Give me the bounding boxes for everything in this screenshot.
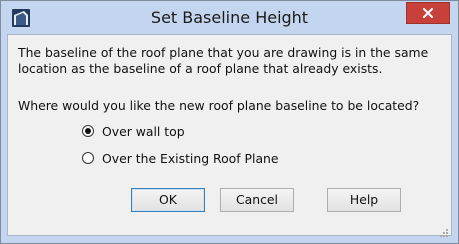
message-line-2: location as the baseline of a roof plane… xyxy=(18,61,383,76)
option-over-existing-roof-plane[interactable]: Over the Existing Roof Plane xyxy=(82,149,279,167)
title-bar[interactable]: Set Baseline Height xyxy=(1,1,458,34)
close-button[interactable] xyxy=(406,2,450,24)
option-label: Over the Existing Roof Plane xyxy=(102,150,279,166)
option-over-wall-top[interactable]: Over wall top xyxy=(82,122,185,140)
dialog-window: Set Baseline Height The baseline of the … xyxy=(0,0,459,244)
dialog-body: The baseline of the roof plane that you … xyxy=(7,34,452,237)
radio-button-unchecked[interactable] xyxy=(82,152,94,164)
resize-grip-icon[interactable] xyxy=(439,223,449,237)
dialog-title: Set Baseline Height xyxy=(150,8,309,27)
message-text: The baseline of the roof plane that you … xyxy=(18,45,448,77)
close-icon xyxy=(423,8,433,18)
option-label: Over wall top xyxy=(102,123,185,139)
question-text: Where would you like the new roof plane … xyxy=(18,98,420,113)
radio-button-checked[interactable] xyxy=(82,125,94,137)
help-button[interactable]: Help xyxy=(327,188,401,212)
cancel-button[interactable]: Cancel xyxy=(220,188,294,212)
message-line-1: The baseline of the roof plane that you … xyxy=(18,45,429,60)
ok-button[interactable]: OK xyxy=(131,188,205,212)
